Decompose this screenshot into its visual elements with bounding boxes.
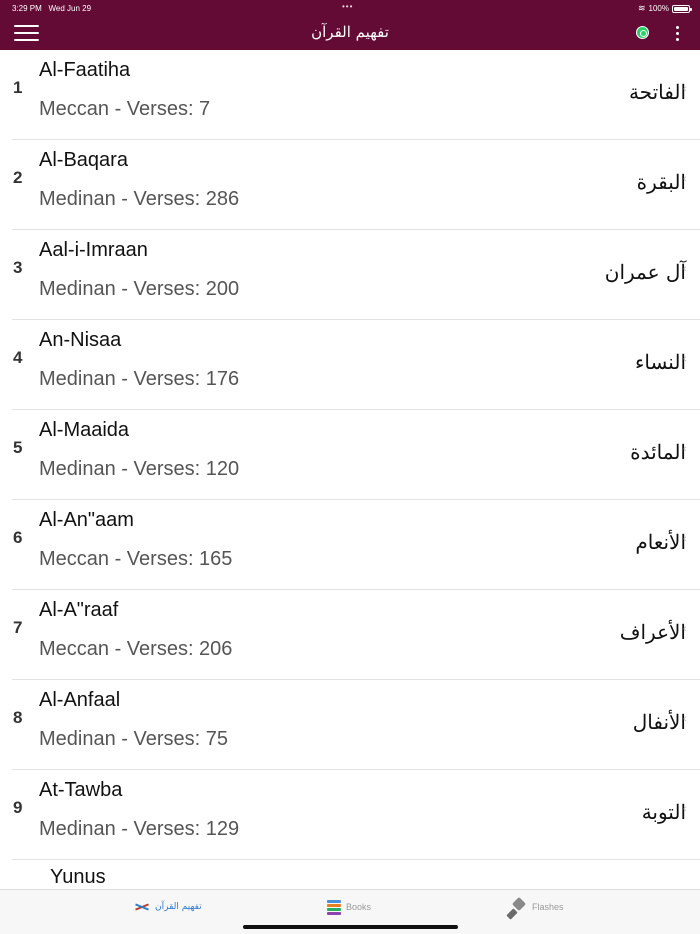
surah-row[interactable]: 7 Al-A"raaf Meccan - Verses: 206 الأعراف… [0,590,700,680]
whatsapp-icon[interactable] [636,26,649,39]
surah-list: 1 Al-Faatiha Meccan - Verses: 7 الفاتحة … [0,50,700,860]
flashlight-icon [506,896,528,918]
surah-row[interactable]: 8 Al-Anfaal Medinan - Verses: 75 الأنفال… [0,680,700,770]
surah-info: Medinan - Verses: 129 [39,818,240,840]
surah-info: Meccan - Verses: 206 [39,638,233,660]
surah-arabic-name: الأنفال [632,710,686,734]
chevron-left-icon: ‹ [683,173,687,185]
time-text: 3:29 PM [12,4,42,13]
surah-name: Al-A"raaf [39,599,119,621]
tab-label: تفهيم القرآن [155,902,202,912]
chevron-left-icon: ‹ [683,443,687,455]
surah-name: Al-An"aam [39,509,134,531]
surah-number: 9 [13,798,23,817]
app-header: 3:29 PM Wed Jun 29 ••• ≋ 100% تفهيم القر… [0,0,700,50]
kebab-icon[interactable] [672,25,682,41]
tab-tafheem[interactable]: تفهيم القرآن [133,890,202,924]
home-indicator[interactable] [243,925,458,929]
surah-number: 4 [13,348,23,367]
wifi-icon: ≋ [637,3,646,13]
surah-name: An-Nisaa [39,329,122,351]
surah-arabic-name: آل عمران [604,260,686,284]
surah-row[interactable]: Yunus [0,860,700,890]
surah-row[interactable]: 2 Al-Baqara Medinan - Verses: 286 البقرة… [0,140,700,230]
battery-percent: 100% [648,4,669,13]
surah-info: Medinan - Verses: 286 [39,188,240,210]
chevron-left-icon: ‹ [683,353,687,365]
chevron-left-icon: ‹ [683,533,687,545]
surah-row[interactable]: 3 Aal-i-Imraan Medinan - Verses: 200 آل … [0,230,700,320]
surah-arabic-name: التوبة [641,800,686,824]
chevron-left-icon: ‹ [683,263,687,275]
status-indicators: ≋ 100% [637,3,692,14]
tab-flashes[interactable]: Flashes [506,890,564,924]
books-icon [326,899,342,915]
surah-name: Al-Baqara [39,149,128,171]
page-title: تفهيم القرآن [311,23,389,41]
chevron-left-icon: ‹ [683,623,687,635]
surah-arabic-name: المائدة [630,440,686,464]
chevron-left-icon: ‹ [683,713,687,725]
surah-number: 7 [13,618,23,637]
tab-label: Flashes [532,902,564,912]
chevron-left-icon: ‹ [683,83,687,95]
chevron-left-icon: ‹ [683,803,687,815]
surah-info: Medinan - Verses: 120 [39,458,240,480]
battery-icon [672,4,692,13]
quran-icon [133,901,151,913]
surah-number: 3 [13,258,23,277]
surah-name: Al-Anfaal [39,689,121,711]
surah-info: Meccan - Verses: 7 [39,98,211,120]
surah-name: Al-Faatiha [39,59,131,81]
surah-arabic-name: الأعراف [619,620,686,644]
surah-arabic-name: الأنعام [635,530,686,554]
surah-arabic-name: النساء [634,350,686,374]
surah-number: 1 [13,78,23,97]
surah-info: Meccan - Verses: 165 [39,548,233,570]
surah-row[interactable]: 4 An-Nisaa Medinan - Verses: 176 النساء … [0,320,700,410]
surah-number: 2 [13,168,23,187]
surah-row[interactable]: 9 At-Tawba Medinan - Verses: 129 التوبة … [0,770,700,860]
surah-row[interactable]: 1 Al-Faatiha Meccan - Verses: 7 الفاتحة … [0,50,700,140]
surah-number: 5 [13,438,23,457]
surah-name: Al-Maaida [39,419,130,441]
date-text: Wed Jun 29 [48,4,92,13]
surah-number: 6 [13,528,23,547]
surah-info: Medinan - Verses: 176 [39,368,240,390]
tab-books[interactable]: Books [326,890,371,924]
surah-name: Yunus [50,866,106,888]
surah-name: Aal-i-Imraan [39,239,148,261]
surah-arabic-name: الفاتحة [628,80,686,104]
tab-label: Books [346,902,372,912]
surah-info: Medinan - Verses: 200 [39,278,240,300]
surah-arabic-name: البقرة [636,170,686,194]
multitasking-dots[interactable]: ••• [342,2,353,11]
status-time: 3:29 PM Wed Jun 29 [12,4,91,13]
surah-number: 8 [13,708,23,727]
surah-row[interactable]: 6 Al-An"aam Meccan - Verses: 165 الأنعام… [0,500,700,590]
surah-row[interactable]: 5 Al-Maaida Medinan - Verses: 120 المائد… [0,410,700,500]
surah-name: At-Tawba [39,779,123,801]
surah-info: Medinan - Verses: 75 [39,728,228,750]
